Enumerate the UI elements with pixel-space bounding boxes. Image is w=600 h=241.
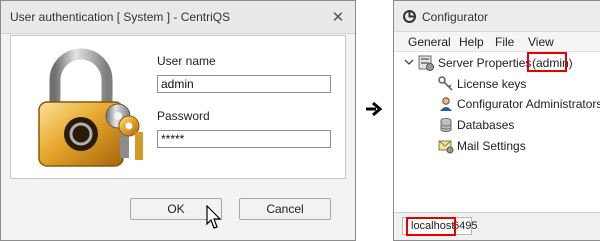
username-label: User name [157,54,216,68]
tree-item-configurator-administrators[interactable]: Configurator Administrators [394,95,600,113]
chevron-down-icon[interactable] [404,57,414,67]
admin-highlight-box [527,52,567,72]
tree-item-label: Databases [457,118,515,132]
menu-file[interactable]: File [495,35,514,49]
auth-dialog-titlebar[interactable]: User authentication [ System ] - CentriQ… [1,1,355,34]
password-label: Password [157,109,210,123]
status-bar: localhost 6495 [394,212,600,240]
menu-help[interactable]: Help [459,35,484,49]
right-arrow-icon [366,102,383,116]
tree-item-label: Configurator Administrators [457,97,600,111]
menu-view[interactable]: View [528,35,554,49]
mail-settings-icon [438,140,454,154]
configurator-title: Configurator [422,10,489,24]
localhost-highlight-box [406,217,456,236]
key-icon [438,76,453,91]
username-input[interactable] [157,75,331,93]
auth-dialog-title: User authentication [ System ] - CentriQ… [10,10,231,24]
tree-root-row[interactable]: Server Properties (admin) [394,54,600,72]
mouse-cursor-icon [206,205,222,229]
server-tree: Server Properties (admin) License keys C… [394,52,600,213]
auth-dialog-window: User authentication [ System ] - CentriQ… [0,0,356,241]
password-input[interactable] [157,130,331,148]
cancel-button[interactable]: Cancel [239,198,331,220]
server-properties-icon [418,55,434,71]
tree-item-databases[interactable]: Databases [394,116,600,134]
menu-bar: General Help File View [394,32,600,52]
menu-general[interactable]: General [408,35,451,49]
configurator-app-icon [403,10,416,23]
tree-item-license-keys[interactable]: License keys [394,75,600,93]
tree-item-mail-settings[interactable]: Mail Settings [394,137,600,155]
tree-item-label: Mail Settings [457,139,526,153]
database-icon [440,118,452,132]
padlock-icon [38,48,143,167]
status-port: 6495 [453,220,478,232]
close-icon[interactable]: ✕ [330,10,346,26]
user-icon [440,97,452,111]
tree-item-label: License keys [457,77,527,91]
configurator-titlebar[interactable]: Configurator [394,1,600,32]
configurator-window: Configurator General Help File View Serv… [393,0,600,241]
auth-dialog-content: User name Password [10,35,346,179]
tree-root-label: Server Properties [438,56,532,70]
